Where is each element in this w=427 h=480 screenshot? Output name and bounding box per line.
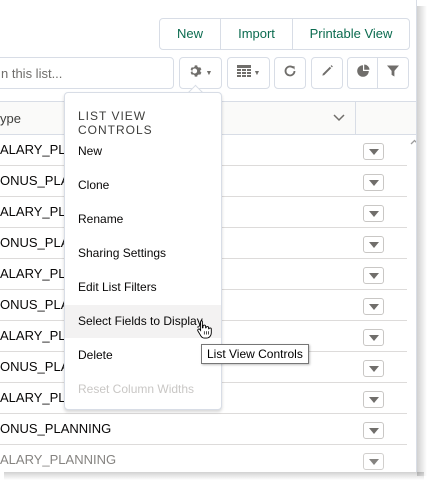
menu-item-sharing-settings[interactable]: Sharing Settings xyxy=(65,237,221,270)
row-actions-button[interactable] xyxy=(363,205,384,222)
menu-item-reset-column-widths: Reset Column Widths xyxy=(78,382,195,396)
row-actions-button[interactable] xyxy=(363,174,384,191)
table-row: ONUS_PLANNING xyxy=(0,414,407,445)
caret-down-icon xyxy=(368,272,379,279)
filter-icon xyxy=(386,64,400,83)
type-cell: ONUS_PLANNING xyxy=(0,421,112,436)
printable-view-button[interactable]: Printable View xyxy=(293,19,409,49)
table-row: ALARY_PLANNING xyxy=(0,445,407,472)
filter-button[interactable] xyxy=(378,58,408,88)
menu-item-clone[interactable]: Clone xyxy=(65,169,221,202)
list-view-panel: New Import Printable View ▼ ▼ xyxy=(0,0,417,472)
caret-down-icon xyxy=(368,458,379,465)
charts-button[interactable] xyxy=(348,58,379,88)
display-as-button[interactable]: ▼ xyxy=(227,57,270,89)
refresh-button[interactable] xyxy=(274,57,306,89)
action-button-group: New Import Printable View xyxy=(159,18,410,50)
column-header-type[interactable]: ype xyxy=(0,102,21,135)
caret-down-icon xyxy=(368,148,379,155)
caret-down-icon xyxy=(368,303,379,310)
type-cell: ONUS_PLAI xyxy=(0,235,73,250)
list-view-controls-menu: LIST VIEW CONTROLS New Clone Rename Shar… xyxy=(64,92,222,410)
row-actions-button[interactable] xyxy=(363,298,384,315)
window-shadow xyxy=(417,6,427,476)
row-actions-button[interactable] xyxy=(363,329,384,346)
caret-down-icon xyxy=(368,210,379,217)
caret-down-icon xyxy=(368,365,379,372)
menu-title: LIST VIEW CONTROLS xyxy=(78,109,153,137)
new-button[interactable]: New xyxy=(160,19,221,49)
tooltip: List View Controls xyxy=(201,344,309,364)
hand-cursor-icon xyxy=(196,319,212,344)
row-actions-button[interactable] xyxy=(363,236,384,253)
row-actions-button[interactable] xyxy=(363,422,384,439)
caret-down-icon: ▼ xyxy=(253,69,261,77)
list-view-controls-button[interactable]: ▼ xyxy=(179,57,222,89)
row-actions-button[interactable] xyxy=(363,453,384,470)
caret-down-icon xyxy=(368,179,379,186)
row-actions-button[interactable] xyxy=(363,143,384,160)
gear-icon xyxy=(189,64,203,83)
table-icon xyxy=(236,64,251,82)
search-list-input[interactable] xyxy=(0,57,174,89)
row-actions-button[interactable] xyxy=(363,360,384,377)
pie-chart-icon xyxy=(356,64,370,83)
import-button[interactable]: Import xyxy=(221,19,293,49)
chart-filter-group xyxy=(347,57,409,89)
type-cell: ALARY_PLANNING xyxy=(0,452,117,467)
pencil-icon xyxy=(321,64,334,82)
caret-down-icon xyxy=(368,396,379,403)
type-cell: ONUS_PLAI xyxy=(0,359,73,374)
menu-item-rename[interactable]: Rename xyxy=(65,203,221,236)
caret-down-icon xyxy=(368,334,379,341)
caret-down-icon xyxy=(368,427,379,434)
column-divider xyxy=(355,102,356,135)
caret-down-icon xyxy=(368,241,379,248)
menu-item-edit-list-filters[interactable]: Edit List Filters xyxy=(65,271,221,304)
row-actions-button[interactable] xyxy=(363,267,384,284)
window-shadow xyxy=(4,472,424,480)
caret-down-icon: ▼ xyxy=(205,69,213,77)
edit-list-button[interactable] xyxy=(311,57,343,89)
scroll-up-icon[interactable] xyxy=(410,137,416,147)
type-cell: ONUS_PLAI xyxy=(0,297,73,312)
menu-item-new[interactable]: New xyxy=(65,135,221,168)
row-actions-button[interactable] xyxy=(363,391,384,408)
chevron-down-icon[interactable] xyxy=(333,111,345,125)
refresh-icon xyxy=(283,64,297,83)
type-cell: ONUS_PLAI xyxy=(0,173,73,188)
